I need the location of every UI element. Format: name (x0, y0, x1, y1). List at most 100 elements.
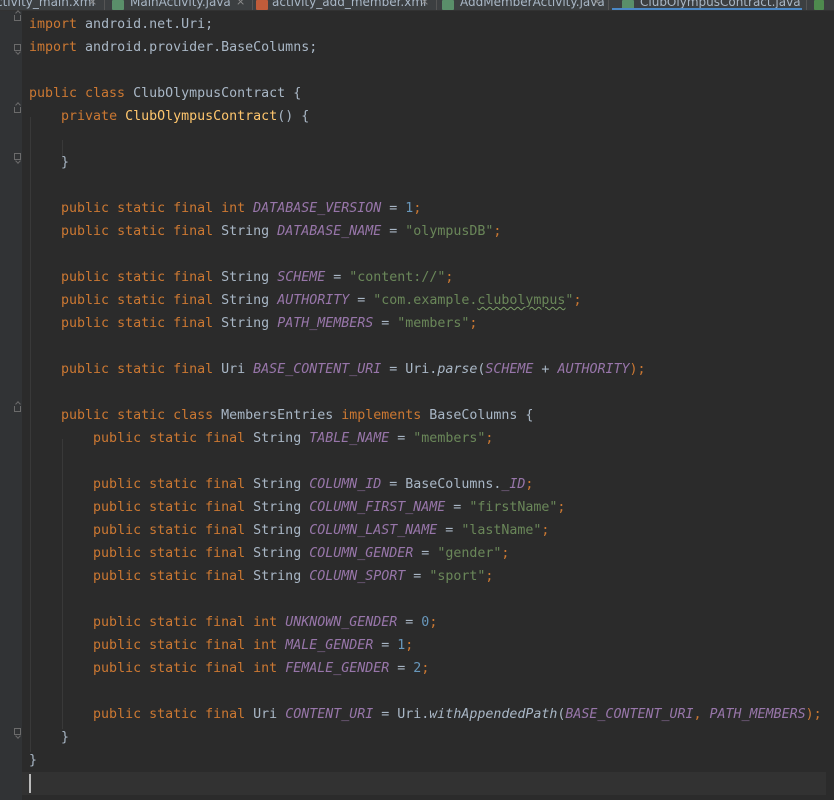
keyword: public static final (93, 500, 246, 515)
type-name: String (245, 569, 310, 584)
type-name: Uri (245, 707, 286, 722)
keyword: public static final (61, 293, 214, 308)
fold-marker-icon[interactable] (14, 153, 21, 160)
type-name: Uri (213, 362, 254, 377)
tab-close-icon[interactable]: × (420, 0, 429, 10)
code-line-10: public static final String DATABASE_NAME… (29, 220, 501, 243)
current-line-highlight (22, 772, 834, 795)
constant-name: COLUMN_LAST_NAME (309, 523, 438, 538)
code-line-25: public static final String COLUMN_SPORT … (29, 565, 493, 588)
code-line-1: import android.net.Uri; (29, 13, 213, 36)
string-literal: "lastName" (461, 523, 542, 538)
type-name: String (213, 316, 278, 331)
keyword: public static final (93, 569, 246, 584)
keyword: import (29, 40, 78, 55)
constant-name: AUTHORITY (557, 362, 630, 377)
editor-tab-bar: ctivity_main.xml × MainActivity.java × a… (0, 0, 834, 11)
comma: , (693, 707, 710, 722)
type-name: String (245, 477, 310, 492)
tab-separator (608, 0, 609, 10)
type-name: String (213, 224, 278, 239)
code-line-29: public static final int FEMALE_GENDER = … (29, 657, 429, 680)
type-name: String (245, 546, 310, 561)
punctuation: () { (277, 109, 310, 124)
string-literal-typo: clubolympus (477, 293, 566, 308)
operator: = (397, 615, 422, 630)
tab-close-icon[interactable]: × (88, 0, 97, 10)
keyword: public static final (93, 431, 246, 446)
operator: = (381, 224, 406, 239)
operator: = BaseColumns. (381, 477, 502, 492)
operator: = (437, 523, 462, 538)
fold-marker-icon[interactable] (14, 15, 21, 21)
constant-name: SCHEME (277, 270, 326, 285)
tab-separator (252, 0, 253, 10)
operator: = (349, 293, 374, 308)
tab-separator (436, 0, 437, 10)
constant-name: DATABASE_NAME (277, 224, 382, 239)
code-editor[interactable]: import android.net.Uri; import android.p… (22, 11, 834, 800)
semicolon: ; (469, 316, 478, 331)
semicolon: ; (405, 638, 414, 653)
tab-close-icon[interactable]: × (236, 0, 245, 10)
string-literal: "members" (413, 431, 486, 446)
method-call: withAppendedPath (429, 707, 558, 722)
constant-name: AUTHORITY (277, 293, 350, 308)
semicolon: ; (501, 546, 510, 561)
keyword: public class (29, 86, 126, 101)
editor-options-icon[interactable] (814, 0, 824, 10)
tab-main-activity[interactable]: MainActivity.java (130, 0, 231, 10)
code-line-27: public static final int UNKNOWN_GENDER =… (29, 611, 437, 634)
active-tab-indicator (612, 8, 802, 10)
closing-brace: } (61, 730, 70, 745)
xml-file-icon (256, 0, 268, 10)
operator: = (373, 638, 398, 653)
keyword: public static final int (61, 201, 246, 216)
keyword: public static final (61, 224, 214, 239)
code-line-24: public static final String COLUMN_GENDER… (29, 542, 509, 565)
string-literal: "olympusDB" (405, 224, 494, 239)
constructor-name: ClubOlympusContract (125, 109, 278, 124)
code-line-32: } (29, 726, 69, 749)
tab-close-icon[interactable]: × (592, 0, 601, 10)
tab-activity-add-member-xml[interactable]: activity_add_member.xml (272, 0, 426, 10)
code-line-7: } (29, 151, 69, 174)
code-line-18: public static class MembersEntries imple… (29, 404, 533, 427)
type-name: String (245, 523, 310, 538)
keyword: public static class (61, 408, 214, 423)
java-class-icon (442, 0, 454, 10)
code-line-2: import android.provider.BaseColumns; (29, 36, 317, 59)
tab-activity-main-xml[interactable]: ctivity_main.xml (0, 0, 95, 10)
operator: = Uri. (381, 362, 438, 377)
fold-marker-icon[interactable] (14, 107, 21, 113)
java-class-icon (112, 0, 124, 10)
string-literal: "sport" (429, 569, 486, 584)
constant-name: MALE_GENDER (285, 638, 374, 653)
constant-name: CONTENT_URI (285, 707, 374, 722)
semicolon: ; (573, 293, 582, 308)
constant-name: SCHEME (485, 362, 534, 377)
closing-brace: } (29, 753, 38, 768)
fold-marker-icon[interactable] (14, 728, 21, 735)
constant-name: BASE_CONTENT_URI (253, 362, 382, 377)
code-line-22: public static final String COLUMN_FIRST_… (29, 496, 565, 519)
method-call: parse (437, 362, 478, 377)
vertical-scrollbar[interactable] (826, 11, 834, 800)
editor-gutter[interactable] (0, 11, 22, 800)
operator: = Uri. (373, 707, 430, 722)
semicolon: ; (493, 224, 502, 239)
class-declaration: ClubOlympusContract { (125, 86, 302, 101)
type-name: String (213, 293, 278, 308)
semicolon: ; (557, 500, 566, 515)
semicolon: ; (485, 431, 494, 446)
keyword: implements (341, 408, 422, 423)
code-line-28: public static final int MALE_GENDER = 1; (29, 634, 413, 657)
fold-marker-icon[interactable] (14, 44, 21, 51)
interface-name: BaseColumns { (421, 408, 534, 423)
fold-marker-icon[interactable] (14, 406, 21, 412)
tab-add-member-activity[interactable]: AddMemberActivity.java (460, 0, 605, 10)
keyword: public static final int (93, 615, 278, 630)
type-name: String (245, 431, 310, 446)
tab-separator (104, 0, 105, 10)
semicolon: ; (413, 201, 422, 216)
